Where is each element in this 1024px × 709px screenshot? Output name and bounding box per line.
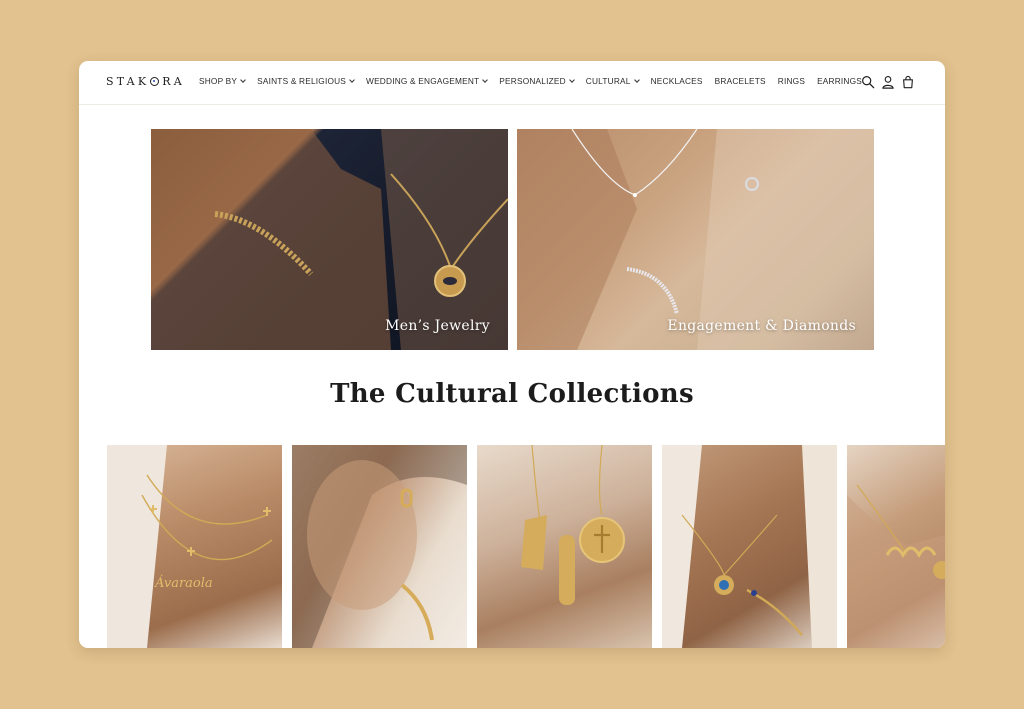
nav-saints-religious[interactable]: SAINTS & RELIGIOUS [257, 76, 355, 86]
tile-photo [847, 484, 945, 648]
brand-logo[interactable]: STAK RA [106, 75, 185, 88]
hero-mens-jewelry-label[interactable]: Men’s Jewelry [385, 318, 490, 334]
nav-personalized-label: PERSONALIZED [499, 76, 566, 86]
collection-tile[interactable] [847, 445, 945, 648]
collection-tile[interactable]: Ávaraola [107, 445, 282, 648]
nav-wedding-engagement[interactable]: WEDDING & ENGAGEMENT [366, 76, 489, 86]
nav-cultural[interactable]: CULTURAL [585, 76, 640, 86]
nav-cultural-label: CULTURAL [585, 76, 631, 86]
hero-mens-jewelry[interactable]: Men’s Jewelry [151, 129, 508, 350]
section-title: The Cultural Collections [330, 379, 694, 409]
tile-photo [662, 445, 837, 648]
tile-photo [292, 445, 467, 648]
hero-engagement-diamonds-label[interactable]: Engagement & Diamonds [667, 318, 856, 334]
nav-wedding-engagement-label: WEDDING & ENGAGEMENT [366, 76, 480, 86]
hero-engagement-diamonds[interactable]: Engagement & Diamonds [517, 129, 874, 350]
collection-tile[interactable] [477, 445, 652, 648]
mens-jewelry-photo [151, 129, 508, 350]
nav-saints-religious-label: SAINTS & RELIGIOUS [257, 76, 347, 86]
collection-tile[interactable] [292, 445, 467, 648]
chevron-down-icon [240, 76, 246, 83]
logo-text-start: STAK [106, 75, 150, 88]
nav-earrings[interactable]: EARRINGS [817, 76, 862, 86]
tile-photo: Ávaraola [107, 445, 273, 648]
logo-text-end: RA [162, 75, 185, 88]
header-icons [861, 75, 915, 89]
main-nav: SHOP BY SAINTS & RELIGIOUS WEDDING & ENG… [199, 76, 874, 86]
chevron-down-icon [482, 76, 489, 83]
site-header: STAK RA SHOP BY SAINTS & RELIGIOUS WEDDIN… [79, 61, 945, 105]
nav-shop-by-label: SHOP BY [199, 76, 238, 86]
nav-personalized[interactable]: PERSONALIZED [499, 76, 575, 86]
account-icon[interactable] [881, 75, 895, 89]
nav-rings[interactable]: RINGS [778, 76, 805, 86]
tile-photo [521, 445, 625, 605]
chevron-down-icon [349, 76, 355, 83]
search-icon[interactable] [861, 75, 875, 89]
collection-tile[interactable] [662, 445, 837, 648]
engagement-diamonds-photo [517, 129, 874, 350]
nav-bracelets[interactable]: BRACELETS [715, 76, 766, 86]
nav-shop-by[interactable]: SHOP BY [199, 76, 246, 86]
nav-necklaces-label: NECKLACES [650, 76, 703, 86]
chevron-down-icon [568, 76, 575, 83]
nav-earrings-label: EARRINGS [817, 76, 863, 86]
logo-eye-mark [150, 77, 160, 86]
nav-rings-label: RINGS [777, 76, 806, 86]
svg-text:Ávaraola: Ávaraola [154, 575, 213, 591]
chevron-down-icon [633, 76, 640, 83]
nav-bracelets-label: BRACELETS [714, 76, 766, 86]
cart-icon[interactable] [901, 75, 915, 89]
browser-window: STAK RA SHOP BY SAINTS & RELIGIOUS WEDDIN… [79, 61, 945, 648]
nav-necklaces[interactable]: NECKLACES [651, 76, 703, 86]
